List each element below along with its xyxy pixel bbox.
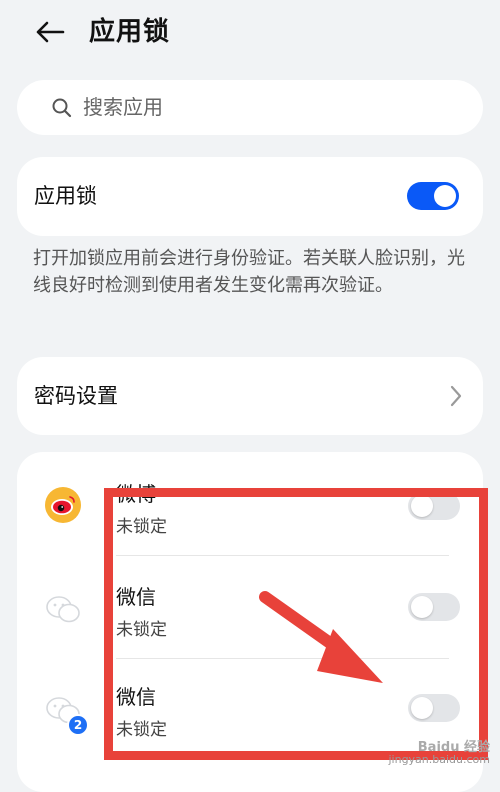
weibo-icon	[43, 485, 83, 525]
chevron-right-icon	[449, 384, 463, 408]
header: 应用锁	[0, 0, 500, 62]
app-lock-toggle[interactable]	[408, 593, 460, 621]
app-lock-toggle[interactable]	[408, 492, 460, 520]
search-bar[interactable]: 搜索应用	[17, 80, 483, 135]
app-list-card: 微博 未锁定 微信 未锁定 2 微信 未锁定	[17, 452, 483, 792]
list-item: 微博 未锁定	[17, 452, 483, 552]
list-item: 微信 未锁定	[17, 557, 483, 657]
clone-badge: 2	[67, 714, 89, 736]
password-settings-item[interactable]: 密码设置	[17, 357, 483, 435]
app-name: 微信	[116, 681, 156, 710]
toggle-knob	[411, 697, 433, 719]
watermark-url: jingyan.baidu.com	[388, 754, 490, 766]
toggle-knob	[411, 596, 433, 618]
app-status: 未锁定	[116, 715, 167, 740]
app-name: 微信	[116, 581, 156, 610]
annotation-arrow-icon	[255, 585, 395, 695]
page-title: 应用锁	[89, 12, 170, 52]
search-icon	[51, 97, 73, 119]
wechat-icon	[43, 589, 83, 629]
back-button[interactable]	[30, 12, 70, 52]
toggle-knob	[434, 185, 456, 207]
applock-toggle[interactable]	[407, 182, 459, 210]
app-lock-toggle[interactable]	[408, 694, 460, 722]
applock-label: 应用锁	[34, 157, 97, 236]
applock-card: 应用锁	[17, 157, 483, 236]
arrow-left-icon	[35, 20, 65, 44]
divider	[116, 555, 449, 556]
app-name: 微博	[116, 478, 156, 507]
toggle-knob	[411, 495, 433, 517]
app-status: 未锁定	[116, 615, 167, 640]
search-input[interactable]: 搜索应用	[83, 80, 163, 135]
watermark: Baidu 经验 jingyan.baidu.com	[388, 742, 490, 766]
applock-description: 打开加锁应用前会进行身份验证。若关联人脸识别，光线良好时检测到使用者发生变化需再…	[33, 245, 473, 299]
password-settings-label: 密码设置	[34, 357, 118, 435]
clone-badge-number: 2	[74, 718, 82, 732]
app-status: 未锁定	[116, 512, 167, 537]
